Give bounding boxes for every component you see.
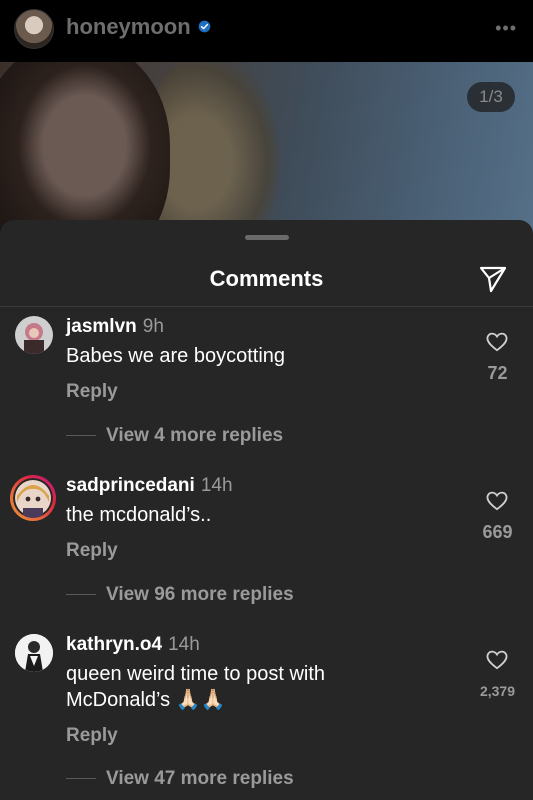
- comment-time: 14h: [168, 634, 200, 655]
- sheet-drag-handle[interactable]: [245, 235, 289, 240]
- comments-sheet: Comments jasmlvn 9h Babes we are boycotti…: [0, 220, 533, 800]
- comment-text: Babes we are boycotting: [66, 345, 286, 367]
- post-header: honeymoon •••: [0, 0, 533, 62]
- comment-text: the mcdonald’s..: [66, 504, 212, 526]
- heart-icon[interactable]: [486, 491, 508, 511]
- view-replies-button[interactable]: View 47 more replies: [66, 768, 294, 790]
- verified-badge-icon: [198, 20, 211, 33]
- commenter-username[interactable]: jasmlvn 9h: [66, 316, 164, 338]
- commenter-username[interactable]: kathryn.o4 14h: [66, 634, 200, 656]
- photo-subject: [0, 62, 170, 242]
- comment-text: queen weird time to post with McDonald’s…: [66, 663, 326, 711]
- like-count: 669: [482, 522, 513, 542]
- commenter-username[interactable]: sadprincedani 14h: [66, 475, 233, 497]
- post-photo[interactable]: [0, 62, 533, 242]
- reply-button[interactable]: Reply: [66, 540, 118, 562]
- more-options-icon[interactable]: •••: [495, 18, 517, 39]
- comment-time: 14h: [200, 475, 233, 496]
- like-count: 72: [487, 363, 508, 383]
- heart-icon[interactable]: [486, 332, 508, 352]
- image-counter: 1/3: [467, 82, 515, 112]
- heart-icon[interactable]: [486, 650, 508, 670]
- reply-button[interactable]: Reply: [66, 725, 118, 747]
- comment-time: 9h: [142, 316, 164, 337]
- view-replies-button[interactable]: View 96 more replies: [66, 584, 294, 606]
- reply-button[interactable]: Reply: [66, 381, 118, 403]
- commenter-avatar[interactable]: [15, 634, 53, 672]
- view-replies-button[interactable]: View 4 more replies: [66, 425, 283, 447]
- sheet-divider: [0, 306, 533, 307]
- post-author-avatar[interactable]: [14, 9, 54, 49]
- commenter-avatar-story-ring[interactable]: [10, 475, 56, 521]
- post-author-username[interactable]: honeymoon: [66, 14, 191, 40]
- sheet-title: Comments: [209, 266, 324, 291]
- share-send-icon[interactable]: [478, 264, 508, 294]
- commenter-avatar[interactable]: [15, 316, 53, 354]
- like-count: 2,379: [479, 683, 516, 699]
